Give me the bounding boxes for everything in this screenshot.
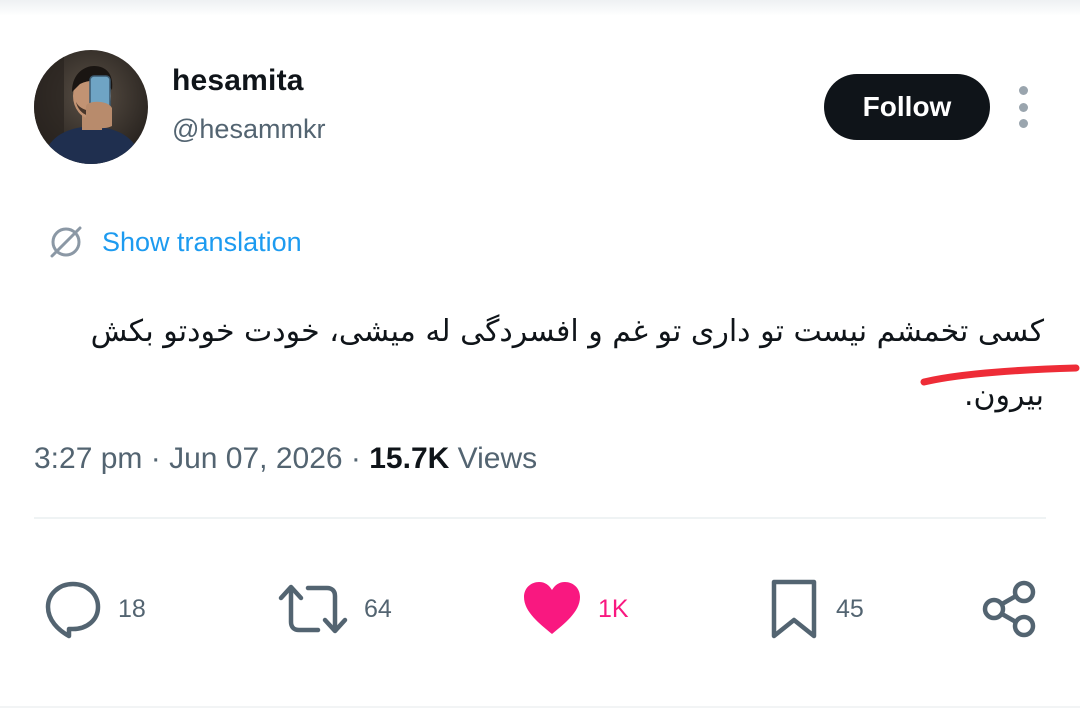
more-dot-icon <box>1018 86 1028 95</box>
avatar-image <box>34 50 148 164</box>
author-handle[interactable]: @hesammkr <box>172 114 325 145</box>
bookmark-count: 45 <box>836 594 864 623</box>
more-dot-icon <box>1018 102 1028 112</box>
views-count[interactable]: 15.7K <box>369 442 449 475</box>
more-options-button[interactable] <box>1008 86 1038 128</box>
meta-separator: · <box>342 442 370 475</box>
top-edge <box>0 0 1080 16</box>
follow-button[interactable]: Follow <box>824 74 990 140</box>
bookmark-button[interactable]: 45 <box>766 576 864 642</box>
share-icon <box>982 580 1036 638</box>
reply-count: 18 <box>118 594 146 623</box>
reply-icon <box>45 581 101 639</box>
repost-button[interactable]: 64 <box>276 576 392 642</box>
red-underline-mark <box>920 364 1080 386</box>
like-count: 1K <box>598 594 629 623</box>
tweet-time[interactable]: 3:27 pm <box>34 442 142 475</box>
tweet-date[interactable]: Jun 07, 2026 <box>169 442 342 475</box>
repost-count: 64 <box>364 594 392 623</box>
show-translation-link[interactable]: Show translation <box>46 222 302 262</box>
tweet-text: کسی تخمشم نیست تو داری تو غم و افسردگی ل… <box>90 314 1044 413</box>
translate-globe-icon <box>50 226 82 258</box>
avatar[interactable] <box>34 50 148 164</box>
views-label: Views <box>449 442 538 475</box>
repost-icon <box>278 584 348 634</box>
reply-button[interactable]: 18 <box>42 576 146 642</box>
share-button[interactable] <box>978 576 1040 642</box>
divider <box>34 517 1046 519</box>
tweet-detail-view: hesamita @hesammkr Follow Show translati… <box>0 0 1080 714</box>
meta-separator: · <box>142 442 170 475</box>
bottom-border <box>0 706 1080 708</box>
like-button[interactable]: 1K <box>520 576 629 642</box>
more-dot-icon <box>1018 119 1028 128</box>
bookmark-icon <box>771 579 817 639</box>
author-display-name[interactable]: hesamita <box>172 64 304 98</box>
heart-icon <box>524 582 580 634</box>
tweet-meta: 3:27 pm · Jun 07, 2026 · 15.7K Views <box>34 442 537 476</box>
show-translation-label: Show translation <box>102 226 302 257</box>
